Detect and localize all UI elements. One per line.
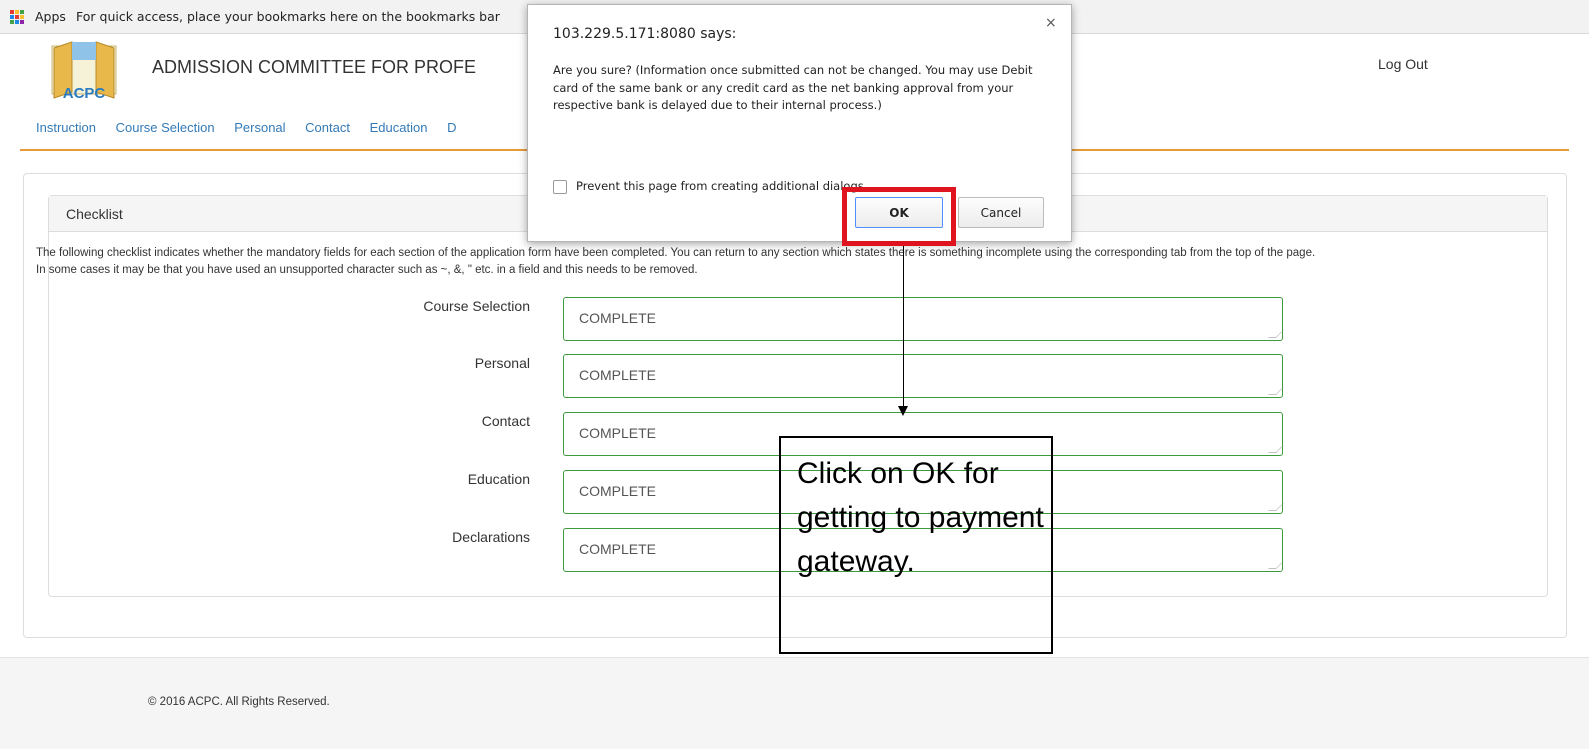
resize-grip-icon[interactable] (1268, 503, 1284, 511)
status-value: COMPLETE (579, 310, 657, 326)
site-title: ADMISSION COMMITTEE FOR PROFE (152, 57, 477, 77)
checklist-description: The following checklist indicates whethe… (36, 245, 1556, 279)
copyright-text: © 2016 ACPC. All Rights Reserved. (148, 696, 330, 708)
apps-grid-dot (15, 15, 19, 19)
description-line-1: The following checklist indicates whethe… (36, 247, 1316, 259)
logo-text: ACPC (63, 85, 106, 102)
confirm-dialog: 103.229.5.171:8080 says: × Are you sure?… (527, 4, 1072, 242)
tab-contact[interactable]: Contact (305, 120, 350, 135)
resize-grip-icon[interactable] (1268, 330, 1284, 338)
cancel-button[interactable]: Cancel (958, 197, 1044, 228)
row-label-declarations: Declarations (452, 529, 530, 545)
prevent-dialogs-label[interactable]: Prevent this page from creating addition… (576, 179, 867, 193)
dialog-title: 103.229.5.171:8080 says: (553, 26, 737, 42)
apps-grid-dot (10, 10, 14, 14)
tab-personal[interactable]: Personal (234, 120, 285, 135)
apps-label[interactable]: Apps (35, 9, 66, 24)
status-value: COMPLETE (579, 483, 657, 499)
status-field-course-selection[interactable]: COMPLETE (563, 297, 1284, 341)
resize-grip-icon[interactable] (1268, 561, 1284, 569)
apps-grid-icon[interactable] (10, 10, 24, 24)
tab-course-selection[interactable]: Course Selection (116, 120, 215, 135)
dialog-message: Are you sure? (Information once submitte… (553, 63, 1033, 112)
tab-education[interactable]: Education (370, 120, 428, 135)
description-line-2: In some cases it may be that you have us… (36, 264, 698, 276)
panel-title: Checklist (66, 206, 123, 222)
tab-declarations[interactable]: D (447, 120, 456, 135)
row-label-personal: Personal (474, 355, 530, 371)
status-value: COMPLETE (579, 541, 657, 557)
row-label-course-selection: Course Selection (423, 298, 530, 314)
apps-grid-dot (15, 10, 19, 14)
resize-grip-icon[interactable] (1268, 387, 1284, 395)
prevent-dialogs-checkbox[interactable] (553, 180, 567, 194)
callout-box: Click on OK for getting to payment gatew… (779, 436, 1053, 654)
acpc-logo: ACPC (51, 41, 117, 102)
form-nav-tabs: Instruction Course Selection Personal Co… (36, 120, 472, 135)
resize-grip-icon[interactable] (1268, 445, 1284, 453)
apps-grid-dot (20, 10, 24, 14)
close-icon[interactable]: × (1045, 15, 1057, 31)
apps-grid-dot (10, 20, 14, 24)
row-label-education: Education (467, 471, 530, 487)
footer: © 2016 ACPC. All Rights Reserved. (0, 657, 1589, 749)
status-field-personal[interactable]: COMPLETE (563, 354, 1284, 398)
logout-link[interactable]: Log Out (1378, 56, 1428, 72)
row-label-contact: Contact (481, 413, 530, 429)
apps-grid-dot (10, 15, 14, 19)
status-value: COMPLETE (579, 367, 657, 383)
arrow-down-icon (898, 406, 908, 416)
bookmarks-hint: For quick access, place your bookmarks h… (76, 9, 500, 24)
tab-instruction[interactable]: Instruction (36, 120, 96, 135)
apps-grid-dot (20, 20, 24, 24)
callout-text: Click on OK for getting to payment gatew… (797, 457, 1044, 578)
apps-grid-dot (20, 15, 24, 19)
apps-grid-dot (15, 20, 19, 24)
status-value: COMPLETE (579, 425, 657, 441)
ok-button[interactable]: OK (855, 197, 943, 228)
callout-arrow-line (903, 246, 904, 408)
